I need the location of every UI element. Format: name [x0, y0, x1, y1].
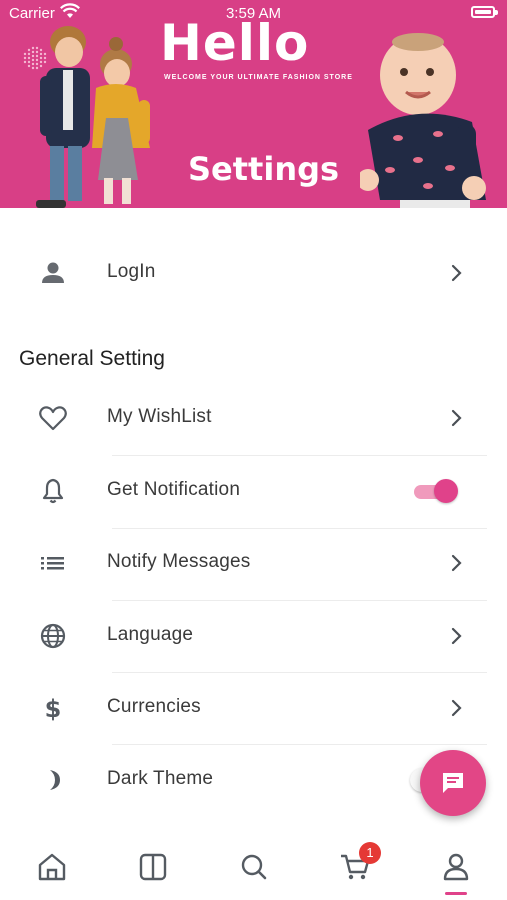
chevron-right-icon	[451, 264, 462, 282]
dollar-icon: $	[45, 695, 62, 722]
chevron-right-icon	[451, 627, 462, 645]
bottom-tab-bar	[0, 830, 507, 900]
categories-icon[interactable]	[136, 850, 170, 884]
kids-photo	[36, 26, 150, 208]
cart-badge: 1	[359, 842, 381, 864]
active-tab-indicator	[445, 892, 467, 895]
brand-tagline: WELCOME YOUR ULTIMATE FASHION STORE	[164, 74, 353, 81]
language-label: Language	[107, 624, 194, 645]
page-title: Settings	[188, 150, 340, 188]
search-icon[interactable]	[237, 850, 271, 884]
bell-icon	[42, 478, 64, 504]
list-icon	[41, 557, 64, 570]
globe-icon	[40, 623, 66, 649]
login-label: LogIn	[107, 261, 156, 282]
notification-toggle[interactable]	[414, 479, 458, 503]
baby-photo	[360, 33, 486, 208]
profile-icon[interactable]	[439, 850, 473, 884]
currencies-row[interactable]: $ Currencies	[0, 672, 507, 744]
battery-icon	[471, 6, 498, 18]
header-banner: Carrier 3:59 AM Hello WELCOME YOUR ULTIM…	[0, 0, 507, 208]
home-icon[interactable]	[35, 850, 69, 884]
currencies-label: Currencies	[107, 696, 201, 717]
toggle-knob	[434, 479, 458, 503]
chevron-right-icon	[451, 554, 462, 572]
notify-messages-row[interactable]: Notify Messages	[0, 527, 507, 599]
moon-icon	[50, 770, 60, 790]
chat-icon	[443, 773, 463, 793]
language-row[interactable]: Language	[0, 600, 507, 672]
notify-messages-label: Notify Messages	[107, 551, 251, 572]
heart-icon	[39, 406, 67, 431]
notification-label: Get Notification	[107, 479, 241, 500]
chevron-right-icon	[451, 409, 462, 427]
dark-theme-label: Dark Theme	[107, 768, 214, 789]
brand-logo: Hello	[160, 14, 310, 72]
svg-text:$: $	[45, 695, 62, 722]
login-row[interactable]: LogIn	[0, 237, 507, 309]
wishlist-label: My WishList	[107, 406, 212, 427]
wishlist-row[interactable]: My WishList	[0, 382, 507, 454]
section-title: General Setting	[19, 347, 165, 370]
user-icon	[42, 262, 64, 283]
chat-fab-button[interactable]	[420, 750, 486, 816]
chevron-right-icon	[451, 699, 462, 717]
